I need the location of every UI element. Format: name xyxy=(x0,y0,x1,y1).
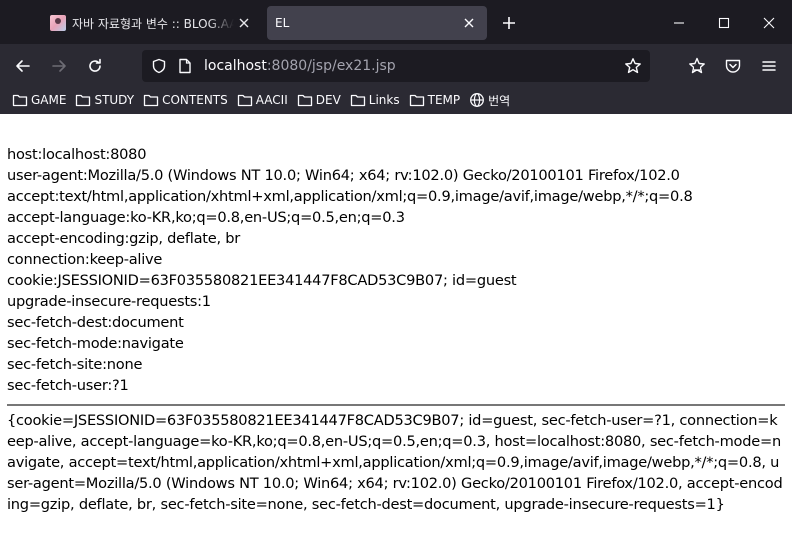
maximize-icon xyxy=(718,17,730,29)
bookmark-study[interactable]: STUDY xyxy=(71,89,137,111)
maximize-button[interactable] xyxy=(711,10,737,36)
menu-button[interactable] xyxy=(756,53,782,79)
tab-blog[interactable]: 자바 자료형과 변수 :: BLOG.AACII xyxy=(40,6,262,40)
reload-icon xyxy=(89,58,101,72)
folder-icon xyxy=(74,92,92,108)
new-tab-button[interactable] xyxy=(498,12,520,34)
close-window-button[interactable] xyxy=(756,10,782,36)
folder-icon xyxy=(11,92,29,108)
close-icon[interactable] xyxy=(234,13,254,33)
close-icon[interactable] xyxy=(459,13,479,33)
header-line: connection:keep-alive xyxy=(7,251,163,268)
url-path: :8080/jsp/ex21.jsp xyxy=(266,58,396,74)
close-icon xyxy=(763,17,775,29)
folder-icon xyxy=(236,92,254,108)
bookmark-label: 번역 xyxy=(488,93,511,108)
bookmark-translate[interactable]: 번역 xyxy=(465,89,513,111)
forward-button[interactable] xyxy=(46,53,72,79)
bookmark-label: GAME xyxy=(31,93,67,107)
bookmark-temp[interactable]: TEMP xyxy=(405,89,464,111)
folder-icon xyxy=(349,92,367,108)
reload-button[interactable] xyxy=(82,53,108,79)
header-line: accept-language:ko-KR,ko;q=0.8,en-US;q=0… xyxy=(7,209,405,226)
minimize-icon xyxy=(674,22,684,24)
plus-icon xyxy=(503,17,515,29)
url-host: localhost xyxy=(204,58,267,74)
arrow-right-icon xyxy=(52,60,66,72)
header-line: sec-fetch-user:?1 xyxy=(7,377,129,394)
header-line: sec-fetch-mode:navigate xyxy=(7,335,184,352)
tab-title: EL xyxy=(275,16,290,30)
page-info-icon[interactable] xyxy=(176,57,194,75)
folder-icon xyxy=(408,92,426,108)
tab-title: 자바 자료형과 변수 :: BLOG.AACII xyxy=(72,14,234,32)
navigation-toolbar: localhost:8080/jsp/ex21.jsp xyxy=(0,44,792,86)
horizontal-rule xyxy=(7,404,785,406)
bookmark-label: AACII xyxy=(255,93,288,107)
header-line: sec-fetch-dest:document xyxy=(7,314,184,331)
header-line: host:localhost:8080 xyxy=(7,146,147,163)
bookmark-label: Links xyxy=(368,93,400,107)
header-line: cookie:JSESSIONID=63F035580821EE341447F8… xyxy=(7,272,517,289)
pocket-icon xyxy=(725,59,741,73)
arrow-left-icon xyxy=(16,60,30,72)
bookmark-label: TEMP xyxy=(427,93,461,107)
url-text[interactable]: localhost:8080/jsp/ex21.jsp xyxy=(204,58,396,74)
firefox-account-icon xyxy=(689,57,705,74)
page-content: host:localhost:8080 user-agent:Mozilla/5… xyxy=(7,144,785,515)
globe-icon xyxy=(468,92,486,108)
header-line: user-agent:Mozilla/5.0 (Windows NT 10.0;… xyxy=(7,167,680,184)
folder-icon xyxy=(296,92,314,108)
bookmark-label: DEV xyxy=(315,93,341,107)
bookmarks-toolbar: GAME STUDY CONTENTS AACII DEV Links TEMP… xyxy=(0,86,792,114)
account-button[interactable] xyxy=(684,53,710,79)
bookmark-star-icon[interactable] xyxy=(624,57,642,75)
bookmark-aacii[interactable]: AACII xyxy=(233,89,291,111)
hamburger-menu-icon xyxy=(762,61,776,71)
bookmark-links[interactable]: Links xyxy=(346,89,403,111)
header-line: upgrade-insecure-requests:1 xyxy=(7,293,211,310)
request-header-list: host:localhost:8080 user-agent:Mozilla/5… xyxy=(7,144,785,396)
address-bar[interactable]: localhost:8080/jsp/ex21.jsp xyxy=(142,50,650,82)
header-line: accept:text/html,application/xhtml+xml,a… xyxy=(7,188,693,205)
pocket-button[interactable] xyxy=(720,53,746,79)
folder-icon xyxy=(142,92,160,108)
shield-icon[interactable] xyxy=(150,57,168,75)
tab-el[interactable]: EL xyxy=(267,6,487,40)
site-favicon-icon xyxy=(50,15,66,31)
minimize-button[interactable] xyxy=(666,10,692,36)
bookmark-label: STUDY xyxy=(94,93,135,107)
bookmark-contents[interactable]: CONTENTS xyxy=(139,89,231,111)
header-line: sec-fetch-site:none xyxy=(7,356,143,373)
header-map-text: {cookie=JSESSIONID=63F035580821EE341447F… xyxy=(7,412,783,513)
bookmark-label: CONTENTS xyxy=(162,93,228,107)
bookmark-game[interactable]: GAME xyxy=(8,89,69,111)
back-button[interactable] xyxy=(10,53,36,79)
bookmark-dev[interactable]: DEV xyxy=(293,89,344,111)
header-line: accept-encoding:gzip, deflate, br xyxy=(7,230,241,247)
tab-strip: 자바 자료형과 변수 :: BLOG.AACII EL xyxy=(0,0,792,44)
